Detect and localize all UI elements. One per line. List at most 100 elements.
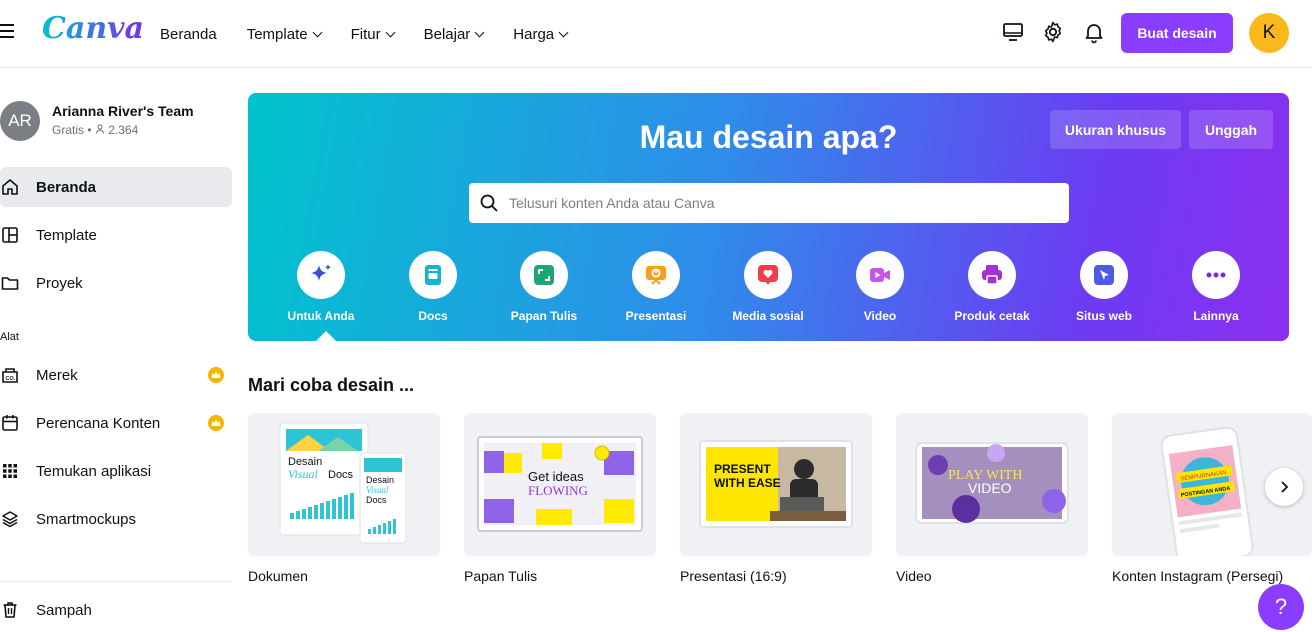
thumb-text: Docs: [366, 495, 387, 505]
search-bar: [469, 183, 1069, 223]
team-member-count: 2.364: [108, 123, 139, 137]
team-avatar: AR: [0, 101, 40, 141]
sidebar-item-label: Beranda: [36, 178, 97, 196]
category-untuk-anda[interactable]: Untuk Anda: [276, 251, 366, 323]
nav-label: Beranda: [160, 25, 217, 43]
docs-thumbnail: Desain Visual Docs Desain Visual Docs: [279, 422, 407, 544]
category-label: Media sosial: [732, 309, 804, 323]
sidebar-item-label: Proyek: [36, 274, 83, 292]
category-label: Situs web: [1075, 309, 1132, 323]
sidebar-item-temukan-aplikasi[interactable]: Temukan aplikasi: [0, 451, 232, 491]
print-icon: [968, 251, 1016, 299]
hero-banner: Mau desain apa? Ukuran khusus Unggah Unt…: [248, 93, 1289, 341]
layers-icon: [0, 509, 20, 529]
category-label: Lainnya: [1193, 309, 1239, 323]
category-papan-tulis[interactable]: Papan Tulis: [499, 251, 589, 323]
folder-icon: [0, 273, 20, 293]
category-label: Untuk Anda: [287, 309, 355, 323]
upload-button[interactable]: Unggah: [1189, 110, 1273, 149]
create-design-button[interactable]: Buat desain: [1121, 13, 1233, 53]
thumb-text: Get ideas: [528, 469, 584, 484]
menu-icon[interactable]: [0, 24, 16, 40]
nav-harga[interactable]: Harga: [513, 25, 569, 43]
category-label: Docs: [418, 309, 448, 323]
category-lainnya[interactable]: Lainnya: [1171, 251, 1261, 323]
search-icon: [480, 194, 498, 212]
nav-template[interactable]: Template: [246, 25, 323, 43]
card-label: Konten Instagram (Persegi): [1112, 568, 1284, 584]
person-icon: [95, 124, 104, 134]
category-label: Video: [863, 309, 897, 323]
sidebar-item-label: Perencana Konten: [36, 414, 161, 432]
desktop-icon[interactable]: [1001, 20, 1025, 44]
card-label: Video: [896, 568, 932, 584]
nav-belajar[interactable]: Belajar: [423, 25, 485, 43]
team-meta: Gratis • 2.364: [52, 123, 139, 137]
sidebar-item-sampah[interactable]: Sampah: [0, 590, 232, 630]
gear-icon[interactable]: [1041, 20, 1065, 44]
sidebar-item-proyek[interactable]: Proyek: [0, 263, 232, 303]
thumb-text: Visual: [366, 485, 389, 495]
team-plan: Gratis: [52, 123, 85, 137]
category-situs-web[interactable]: Situs web: [1059, 251, 1149, 323]
sidebar: AR Arianna River's Team Gratis • 2.364 B…: [0, 69, 236, 632]
canva-logo[interactable]: Canva: [42, 11, 144, 46]
help-button[interactable]: ?: [1258, 584, 1304, 630]
thumb-text: Visual: [288, 467, 318, 481]
template-icon: [0, 225, 20, 245]
sidebar-item-label: Sampah: [36, 601, 92, 619]
sidebar-item-merek[interactable]: CO. Merek: [0, 355, 232, 395]
sparkle-icon: [297, 251, 345, 299]
nav-beranda[interactable]: Beranda: [160, 26, 217, 43]
category-docs[interactable]: Docs: [388, 251, 478, 323]
sidebar-item-template[interactable]: Template: [0, 215, 232, 255]
card-label: Presentasi (16:9): [680, 568, 787, 584]
crown-icon: [208, 415, 224, 431]
nav-label: Belajar: [423, 25, 471, 43]
trash-icon: [0, 600, 20, 620]
search-input[interactable]: [509, 195, 1049, 211]
nav-fitur[interactable]: Fitur: [351, 26, 396, 43]
presentation-thumbnail: PRESENT WITH EASE: [699, 440, 853, 528]
category-produk-cetak[interactable]: Produk cetak: [947, 251, 1037, 323]
custom-size-button[interactable]: Ukuran khusus: [1050, 110, 1181, 149]
docs-icon: [409, 251, 457, 299]
team-info: Arianna River's Team Gratis • 2.364: [52, 101, 194, 141]
heart-icon: [744, 251, 792, 299]
nav-label: Harga: [513, 25, 555, 43]
nav-label: Template: [246, 25, 308, 43]
brand-icon: CO.: [0, 365, 20, 385]
sidebar-item-smartmockups[interactable]: Smartmockups: [0, 499, 232, 539]
apps-grid-icon: [0, 461, 20, 481]
category-media-sosial[interactable]: Media sosial: [723, 251, 813, 323]
chevron-right-icon: [1281, 481, 1289, 493]
design-card-dokumen[interactable]: Desain Visual Docs Desain Visual Docs: [248, 413, 440, 556]
avatar[interactable]: K: [1249, 13, 1289, 53]
category-video[interactable]: Video: [835, 251, 925, 323]
presentation-icon: [632, 251, 680, 299]
design-card-papan-tulis[interactable]: Get ideas FLOWING: [464, 413, 656, 556]
crown-icon: [208, 367, 224, 383]
selected-category-caret: [316, 331, 336, 341]
design-card-presentasi[interactable]: PRESENT WITH EASE: [680, 413, 872, 556]
video-icon: [856, 251, 904, 299]
tools-heading: Alat: [0, 331, 19, 343]
card-label: Papan Tulis: [464, 568, 538, 584]
sidebar-item-label: Merek: [36, 366, 78, 384]
card-label: Dokumen: [248, 568, 308, 584]
sidebar-item-beranda[interactable]: Beranda: [0, 167, 232, 207]
team-switcher[interactable]: AR Arianna River's Team Gratis • 2.364: [0, 101, 194, 141]
svg-text:CO.: CO.: [6, 376, 16, 382]
calendar-icon: [0, 413, 20, 433]
video-thumbnail: PLAY WITH VIDEO: [915, 442, 1069, 524]
carousel-next-button[interactable]: [1265, 468, 1303, 506]
top-navigation-bar: Canva Beranda Template Fitur Belajar Har…: [0, 0, 1312, 68]
chevron-down-icon: [474, 27, 485, 37]
bell-icon[interactable]: [1082, 20, 1106, 44]
whiteboard-thumbnail: Get ideas FLOWING: [477, 436, 643, 532]
design-card-video[interactable]: PLAY WITH VIDEO: [896, 413, 1088, 556]
category-presentasi[interactable]: Presentasi: [611, 251, 701, 323]
sidebar-item-perencana-konten[interactable]: Perencana Konten: [0, 403, 232, 443]
section-title: Mari coba desain ...: [248, 375, 415, 395]
more-icon: [1192, 251, 1240, 299]
